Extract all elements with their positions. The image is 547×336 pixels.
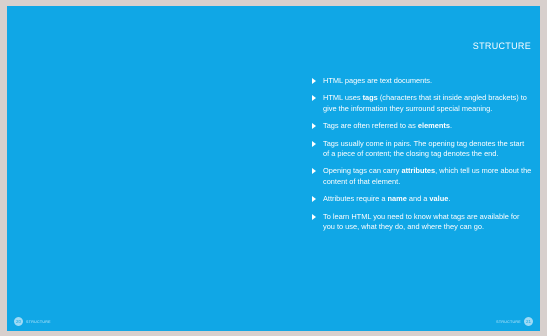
page-number-badge-right: 21 bbox=[524, 317, 533, 326]
summary-item: Attributes require a name and a value. bbox=[312, 194, 532, 204]
text-run: . bbox=[449, 121, 453, 131]
chapter-heading: STRUCTURE bbox=[472, 41, 531, 51]
summary-item-text: Opening tags can carry attributes, which… bbox=[323, 166, 531, 185]
key-term: name bbox=[387, 194, 407, 204]
text-run: HTML pages are text documents. bbox=[323, 76, 432, 85]
summary-item-text: HTML pages are text documents. bbox=[323, 76, 432, 85]
triangle-bullet-icon bbox=[312, 78, 316, 84]
book-page-spread: STRUCTURE HTML pages are text documents.… bbox=[7, 6, 540, 331]
triangle-bullet-icon bbox=[312, 196, 316, 203]
text-run: Attributes require a bbox=[323, 194, 388, 204]
summary-item: Tags usually come in pairs. The opening … bbox=[312, 139, 532, 160]
summary-list: HTML pages are text documents. HTML uses … bbox=[312, 76, 532, 239]
summary-item-text: HTML uses tags (characters that sit insi… bbox=[323, 93, 527, 112]
text-run: and a bbox=[406, 194, 430, 204]
text-run: To learn HTML you need to know what tags… bbox=[323, 211, 520, 232]
triangle-bullet-icon bbox=[312, 213, 316, 220]
text-run: Opening tags can carry bbox=[323, 166, 402, 176]
summary-item: HTML uses tags (characters that sit insi… bbox=[312, 93, 532, 114]
summary-item-text: Tags usually come in pairs. The opening … bbox=[323, 139, 524, 158]
triangle-bullet-icon bbox=[312, 95, 316, 102]
key-term: value bbox=[429, 194, 449, 204]
footer-left: 20 STRUCTURE bbox=[14, 317, 54, 326]
key-term: attributes bbox=[401, 166, 436, 176]
summary-item-text: Tags are often referred to as elements. bbox=[323, 121, 452, 130]
text-run: HTML uses bbox=[323, 93, 363, 103]
summary-item-text: To learn HTML you need to know what tags… bbox=[323, 212, 520, 231]
summary-item-text: Attributes require a name and a value. bbox=[323, 194, 450, 203]
footer-label-left: STRUCTURE bbox=[26, 319, 51, 324]
summary-item: Tags are often referred to as elements. bbox=[312, 121, 532, 131]
summary-item: Opening tags can carry attributes, which… bbox=[312, 166, 532, 187]
key-term: tags bbox=[362, 93, 378, 103]
triangle-bullet-icon bbox=[312, 168, 316, 175]
key-term: elements bbox=[417, 121, 450, 131]
triangle-bullet-icon bbox=[312, 140, 316, 147]
text-run: . bbox=[448, 194, 451, 204]
footer-label-right: STRUCTURE bbox=[496, 319, 521, 324]
text-run: Tags usually come in pairs. The opening … bbox=[323, 138, 525, 159]
triangle-bullet-icon bbox=[312, 123, 316, 130]
summary-item: HTML pages are text documents. bbox=[312, 76, 532, 86]
text-run: Tags are often referred to as bbox=[323, 121, 418, 131]
page-number-badge-left: 20 bbox=[14, 317, 23, 326]
summary-item: To learn HTML you need to know what tags… bbox=[312, 212, 532, 233]
footer-right: STRUCTURE 21 bbox=[493, 317, 533, 326]
